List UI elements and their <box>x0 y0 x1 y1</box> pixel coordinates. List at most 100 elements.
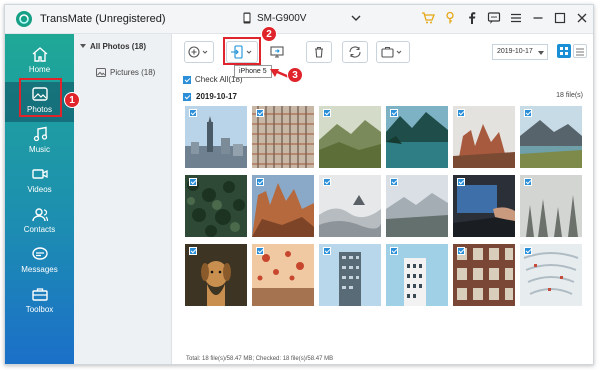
photo-checkbox[interactable] <box>189 247 197 255</box>
photo-thumbnail[interactable] <box>185 106 247 168</box>
photo-thumbnail[interactable] <box>252 175 314 237</box>
annotation-box-photos <box>19 78 62 117</box>
close-icon[interactable] <box>575 11 589 25</box>
key-icon[interactable] <box>443 11 457 25</box>
sidebar-item-label: Music <box>29 145 50 154</box>
photo-thumbnail[interactable] <box>252 244 314 306</box>
photo-thumbnail[interactable] <box>185 175 247 237</box>
device-selector[interactable]: SM-G900V <box>243 12 361 24</box>
photo-checkbox[interactable] <box>323 178 331 186</box>
photo-checkbox[interactable] <box>457 247 465 255</box>
annotation-badge-3: 3 <box>287 67 303 83</box>
home-icon <box>32 47 47 62</box>
chat-icon[interactable] <box>487 11 501 25</box>
sidebar-item-toolbox[interactable]: Toolbox <box>5 282 74 322</box>
photo-thumbnail[interactable] <box>252 106 314 168</box>
cart-icon[interactable] <box>421 11 435 25</box>
toolbox-icon <box>31 288 48 301</box>
photo-checkbox[interactable] <box>524 178 532 186</box>
sidebar-item-videos[interactable]: Videos <box>5 162 74 202</box>
chevron-down-icon <box>351 15 361 21</box>
minimize-icon[interactable] <box>531 11 545 25</box>
photo-thumbnail[interactable] <box>386 106 448 168</box>
annotation-badge-2: 2 <box>261 26 277 42</box>
tree-item-all-photos[interactable]: All Photos (18) <box>80 42 146 51</box>
app-logo-icon <box>16 11 32 27</box>
dropdown-arrow-icon <box>538 51 544 55</box>
toolbox-menu-button[interactable] <box>376 41 410 63</box>
photo-checkbox[interactable] <box>524 247 532 255</box>
photo-checkbox[interactable] <box>390 247 398 255</box>
date-filter-select[interactable]: 2019-10-17 <box>492 44 548 60</box>
briefcase-icon <box>381 47 402 58</box>
menu-icon[interactable] <box>509 11 523 25</box>
add-button[interactable] <box>184 41 214 63</box>
photo-thumbnail[interactable] <box>453 175 515 237</box>
maximize-icon[interactable] <box>553 11 567 25</box>
app-window: TransMate (Unregistered) SM-G900V Home P… <box>4 4 594 365</box>
photo-thumbnail[interactable] <box>386 244 448 306</box>
photo-thumbnail[interactable] <box>386 175 448 237</box>
photo-thumbnail[interactable] <box>319 106 381 168</box>
photo-checkbox[interactable] <box>390 109 398 117</box>
date-filter-value: 2019-10-17 <box>497 48 533 55</box>
list-view-button[interactable] <box>573 44 587 58</box>
album-panel: All Photos (18) Pictures (18) <box>74 34 172 364</box>
sidebar-item-music[interactable]: Music <box>5 122 74 162</box>
messages-icon <box>31 247 48 260</box>
photo-checkbox[interactable] <box>189 178 197 186</box>
photo-thumbnail[interactable] <box>520 244 582 306</box>
photo-checkbox[interactable] <box>256 247 264 255</box>
tree-label: Pictures (18) <box>110 68 156 77</box>
group-count: 18 file(s) <box>556 92 583 99</box>
group-checkbox[interactable] <box>183 92 191 101</box>
folder-photo-icon <box>96 68 106 77</box>
trash-icon <box>315 46 323 58</box>
window-controls <box>421 11 589 25</box>
photo-checkbox[interactable] <box>457 109 465 117</box>
tree-item-pictures[interactable]: Pictures (18) <box>96 68 155 77</box>
refresh-button[interactable] <box>342 41 368 63</box>
photo-checkbox[interactable] <box>390 178 398 186</box>
caret-down-icon <box>80 44 86 48</box>
grid-view-button[interactable] <box>557 44 571 58</box>
sidebar-item-label: Messages <box>21 265 58 274</box>
photo-checkbox[interactable] <box>189 109 197 117</box>
photo-checkbox[interactable] <box>256 109 264 117</box>
sidebar-item-messages[interactable]: Messages <box>5 242 74 282</box>
annotation-box-export <box>223 37 261 65</box>
device-name: SM-G900V <box>257 12 307 24</box>
sidebar-item-home[interactable]: Home <box>5 42 74 82</box>
content-area: 2019-10-17 Check All(18) iPhone 5 2019-1… <box>172 34 593 364</box>
facebook-icon[interactable] <box>465 11 479 25</box>
sidebar-item-contacts[interactable]: Contacts <box>5 202 74 242</box>
photo-thumbnail[interactable] <box>319 244 381 306</box>
title-bar: TransMate (Unregistered) SM-G900V <box>5 5 593 34</box>
group-date: 2019-10-17 <box>196 92 237 101</box>
refresh-icon <box>349 46 361 58</box>
photo-checkbox[interactable] <box>256 178 264 186</box>
phone-icon <box>243 12 251 24</box>
delete-button[interactable] <box>306 41 332 63</box>
photo-thumbnail[interactable] <box>453 244 515 306</box>
photo-thumbnail[interactable] <box>520 175 582 237</box>
photo-checkbox[interactable] <box>524 109 532 117</box>
annotation-badge-1: 1 <box>64 92 80 108</box>
photo-thumbnail[interactable] <box>319 175 381 237</box>
sidebar-item-label: Contacts <box>23 225 56 234</box>
check-all-checkbox[interactable] <box>183 75 191 84</box>
photo-thumbnail[interactable] <box>453 106 515 168</box>
export-to-pc-button[interactable] <box>264 41 290 63</box>
photo-checkbox[interactable] <box>323 247 331 255</box>
photo-thumbnail[interactable] <box>185 244 247 306</box>
photo-checkbox[interactable] <box>323 109 331 117</box>
video-icon <box>31 169 48 179</box>
photo-thumbnail[interactable] <box>520 106 582 168</box>
photo-checkbox[interactable] <box>457 178 465 186</box>
monitor-icon <box>270 46 284 58</box>
sidebar-item-label: Toolbox <box>25 305 54 314</box>
plus-circle-icon <box>188 46 208 58</box>
sidebar-item-label: Videos <box>27 185 52 194</box>
grid-icon <box>560 47 568 55</box>
date-group-header: 2019-10-17 18 file(s) <box>183 92 583 101</box>
